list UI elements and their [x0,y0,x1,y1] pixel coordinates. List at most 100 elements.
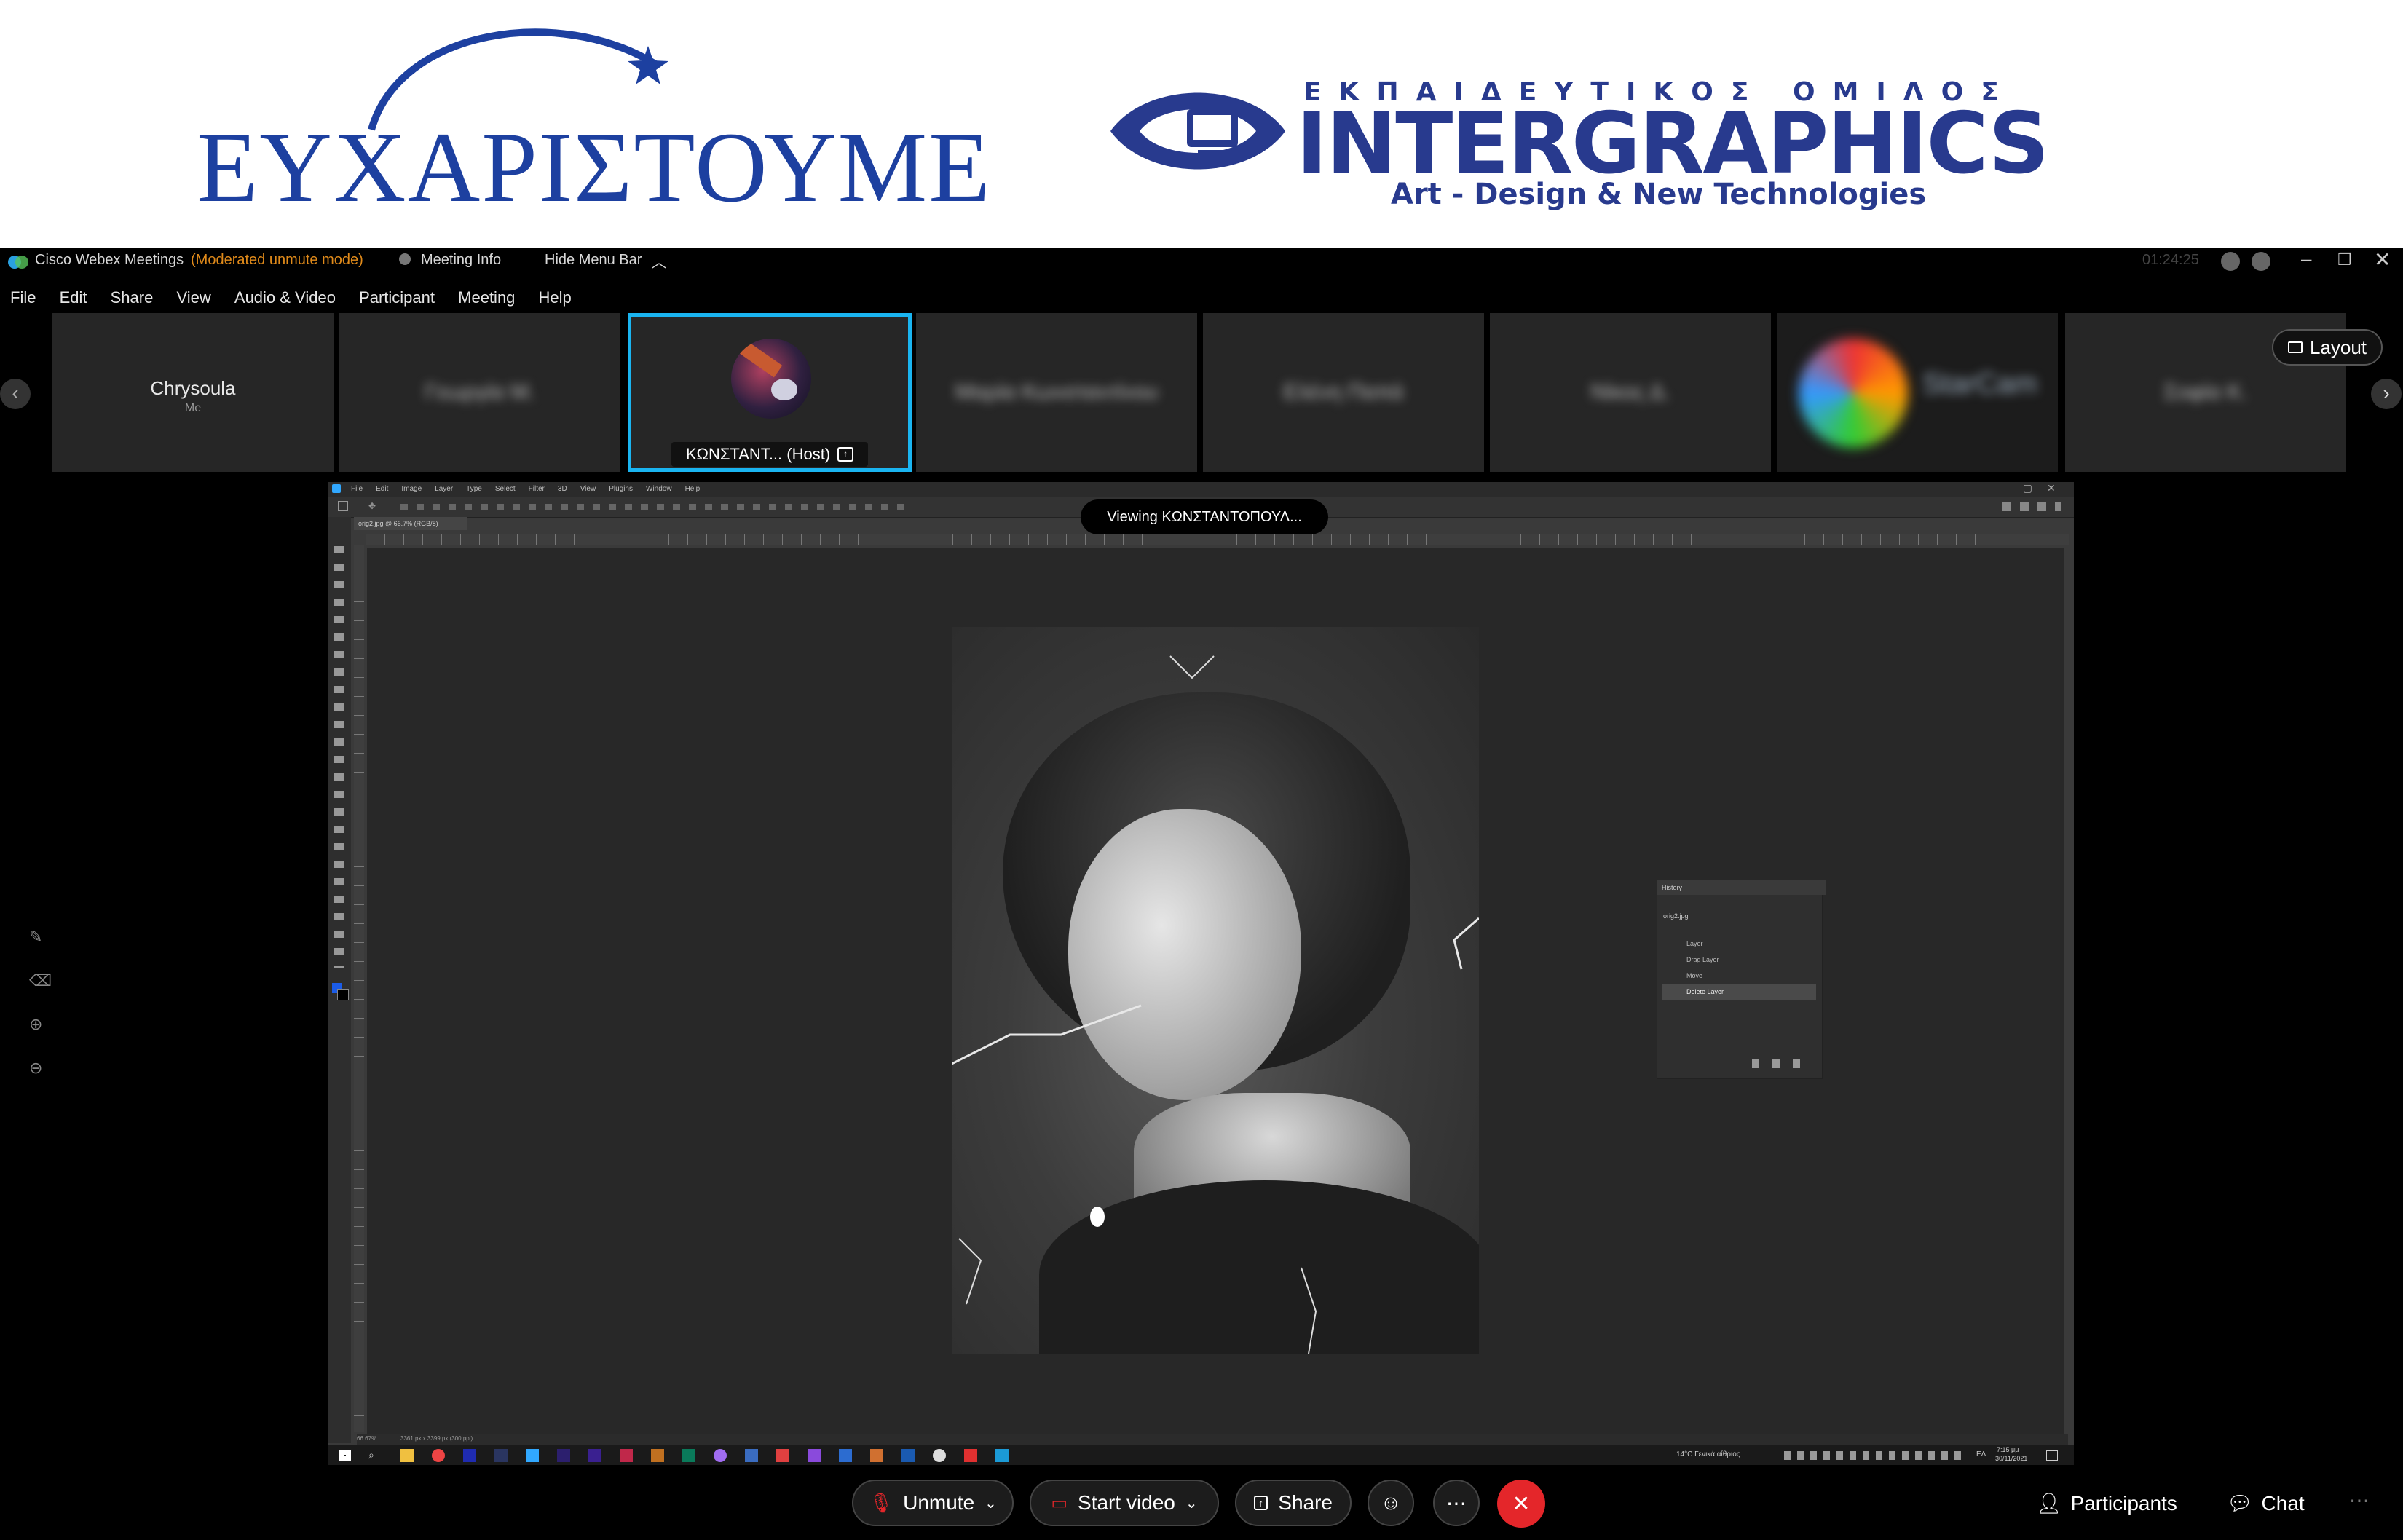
ps-menu-layer[interactable]: Layer [435,485,453,493]
menu-meeting[interactable]: Meeting [458,288,515,307]
clock-time[interactable]: 7:15 μμ [1997,1446,2019,1453]
ps-menu-filter[interactable]: Filter [529,485,545,493]
ps-menu-edit[interactable]: Edit [376,485,388,493]
ps-document-tab[interactable]: orig2.jpg @ 66.7% (RGB/8) [354,517,467,530]
webex-taskbar-icon[interactable] [995,1449,1009,1462]
ps-window-controls[interactable]: –▢✕ [2002,482,2070,494]
indesign-icon[interactable] [620,1449,633,1462]
background-color-swatch[interactable] [337,989,349,1000]
chevron-down-icon[interactable]: ⌄ [985,1494,997,1512]
history-action-icons[interactable] [1752,1059,1810,1068]
scroll-left-arrow-icon[interactable]: ‹ [0,379,31,409]
app-icon[interactable] [839,1449,852,1462]
ps-menu-help[interactable]: Help [685,485,701,493]
premiere-icon[interactable] [557,1449,570,1462]
history-item-delete-layer[interactable]: Delete Layer [1686,988,1724,995]
ps-menu-window[interactable]: Window [646,485,672,493]
layout-button[interactable]: Layout [2272,329,2383,366]
ps-menu-file[interactable]: File [351,485,363,493]
unmute-button[interactable]: 🎙︎ Unmute ⌄ [852,1480,1014,1526]
menu-edit[interactable]: Edit [60,288,87,307]
participant-tile[interactable]: Ελένη Παπά [1203,313,1484,472]
participant-tile[interactable]: Μαρία Κωνσταντίνου [916,313,1197,472]
close-icon[interactable]: ✕ [2374,248,2391,272]
participant-tile[interactable]: Νίκος Δ. [1490,313,1771,472]
menu-file[interactable]: File [10,288,36,307]
participants-button[interactable]: 👤︎ Participants [2036,1491,2177,1515]
media-encoder-icon[interactable] [588,1449,601,1462]
participant-tile-me[interactable]: Chrysoula Me [52,313,334,472]
leave-meeting-button[interactable]: ✕ [1497,1480,1545,1528]
chevron-up-icon[interactable]: ︿ [652,250,666,272]
restore-icon[interactable]: ❐ [2337,250,2352,269]
meeting-info-button[interactable]: Meeting Info [421,252,501,269]
avatar [731,339,811,419]
windows-start-icon[interactable] [339,1450,351,1461]
dreamweaver-icon[interactable] [682,1449,695,1462]
app-icon[interactable] [933,1449,946,1462]
signal-stats-icon[interactable] [2252,252,2270,271]
chat-button[interactable]: 💬︎ Chat [2227,1491,2305,1515]
record-icon[interactable] [2221,252,2240,271]
system-tray-icons[interactable] [1784,1451,1966,1460]
app-icon[interactable] [714,1449,727,1462]
ps-options-right-icons[interactable] [2002,502,2061,511]
menu-audio-video[interactable]: Audio & Video [234,288,336,307]
photoshop-icon[interactable] [526,1449,539,1462]
participant-name-blurred: Ελένη Παπά [1283,380,1404,404]
ps-menu-plugins[interactable]: Plugins [609,485,633,493]
clear-annotation-icon[interactable]: ⌫ [29,971,52,993]
search-icon[interactable]: ⌕ [368,1449,374,1461]
notifications-icon[interactable] [2046,1450,2058,1461]
more-panels-icon[interactable]: ⋯ [2349,1488,2370,1512]
chrome-icon[interactable] [432,1449,445,1462]
menu-view[interactable]: View [176,288,210,307]
menu-share[interactable]: Share [111,288,154,307]
app-icon[interactable] [776,1449,789,1462]
history-item-drag-layer[interactable]: Drag Layer [1686,956,1719,963]
lightroom-icon[interactable] [494,1449,508,1462]
annotate-icon[interactable]: ✎ [29,928,51,949]
more-options-button[interactable]: ⋯ [1433,1480,1480,1526]
participant-tile-host[interactable]: ΚΩΝΣΤΑΝΤ... (Host) ↑ [628,313,912,472]
file-explorer-icon[interactable] [400,1449,414,1462]
eye-monitor-logo-icon [1110,92,1285,170]
after-effects-icon[interactable] [463,1449,476,1462]
ps-menu-view[interactable]: View [580,485,596,493]
history-item-layer[interactable]: Layer [1686,940,1703,947]
zoom-out-icon[interactable]: ⊖ [29,1059,51,1081]
app-icon[interactable] [901,1449,915,1462]
ps-menu-3d[interactable]: 3D [558,485,567,493]
app-icon[interactable] [808,1449,821,1462]
acrobat-icon[interactable] [964,1449,977,1462]
share-button[interactable]: ↑ Share [1235,1480,1352,1526]
app-icon[interactable] [870,1449,883,1462]
menu-help[interactable]: Help [539,288,572,307]
ps-menu-type[interactable]: Type [466,485,482,493]
weather-widget[interactable]: 14°C Γενικά αίθριος [1676,1450,1740,1458]
scroll-right-arrow-icon[interactable]: › [2371,379,2402,409]
participant-name-blurred: Σοφία Κ. [2163,380,2248,404]
close-icon: ✕ [1512,1491,1531,1516]
participant-tile[interactable]: Γεωργία Μ. [339,313,620,472]
home-icon[interactable] [338,501,348,511]
participant-tile-video[interactable]: StarCam [1777,313,2058,472]
ps-menu-image[interactable]: Image [401,485,422,493]
app-icon[interactable] [745,1449,758,1462]
reactions-button[interactable]: ☺ [1368,1480,1414,1526]
history-item-move[interactable]: Move [1686,972,1702,979]
clock-date[interactable]: 30/11/2021 [1995,1455,2027,1462]
ps-menu-select[interactable]: Select [495,485,516,493]
zoom-in-icon[interactable]: ⊕ [29,1015,51,1037]
ps-options-controls[interactable] [400,504,910,510]
illustrator-icon[interactable] [651,1449,664,1462]
history-snapshot[interactable]: orig2.jpg [1663,912,1689,920]
minimize-icon[interactable]: – [2301,248,2311,270]
language-indicator[interactable]: ΕΛ [1976,1450,1986,1458]
hide-menu-bar-button[interactable]: Hide Menu Bar [545,252,642,269]
move-tool-icon[interactable]: ✥ [368,501,379,511]
menu-participant[interactable]: Participant [359,288,435,307]
chevron-down-icon[interactable]: ⌄ [1185,1494,1198,1512]
start-video-button[interactable]: ▭ Start video ⌄ [1030,1480,1219,1526]
ps-tools[interactable] [334,546,344,968]
